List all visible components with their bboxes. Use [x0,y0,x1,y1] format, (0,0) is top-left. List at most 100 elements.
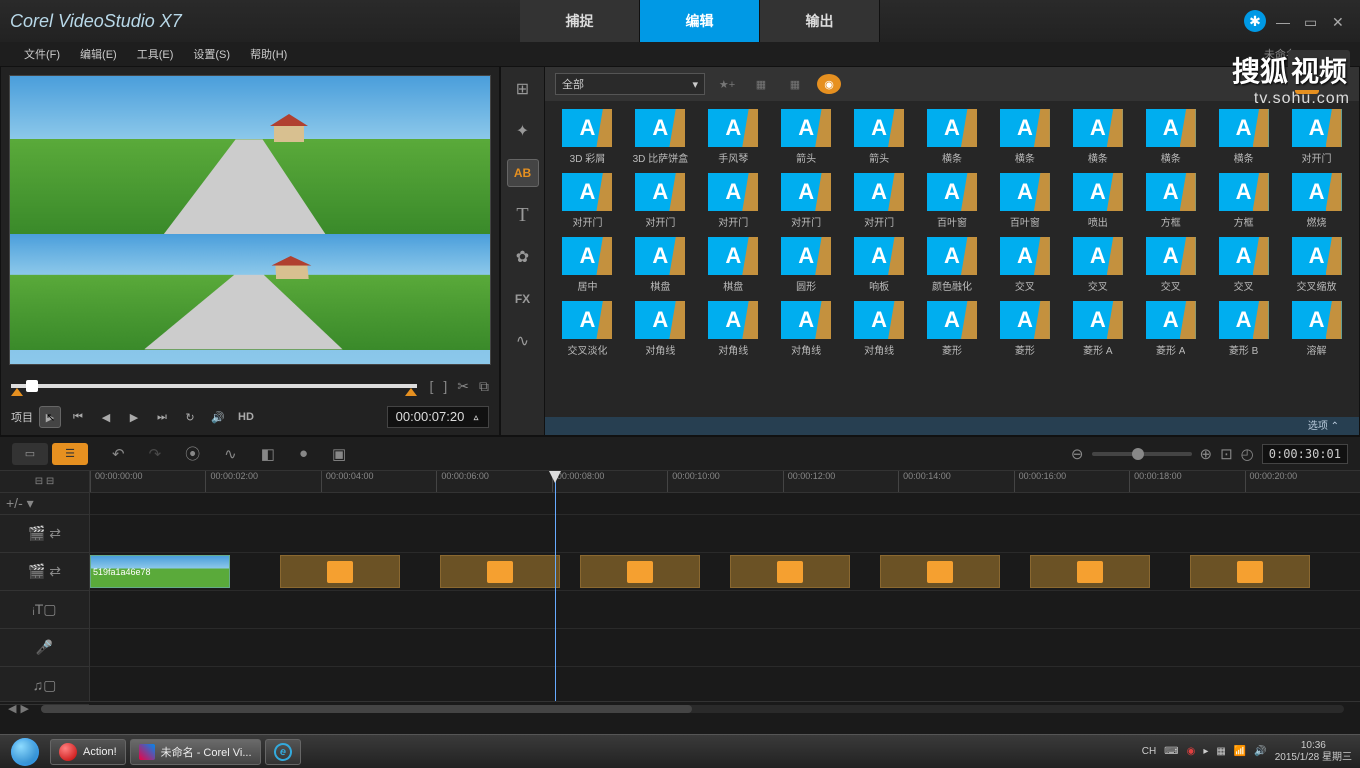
tray-clock[interactable]: 10:36 2015/1/28 星期三 [1275,740,1356,764]
title-track-header[interactable]: ᵢT▢ [0,591,89,629]
mark-out-button[interactable]: ] [443,378,447,395]
library-item[interactable]: A箭头 [772,109,841,165]
timeline-scrollbar[interactable]: ◀▶ [0,701,1360,715]
playhead[interactable] [555,471,556,701]
video-track-header[interactable]: 🎬 ⇄ [0,515,89,553]
library-item[interactable]: A箭头 [845,109,914,165]
library-item[interactable]: A对角线 [772,301,841,357]
redo-icon[interactable]: ↷ [149,445,162,463]
transition-clip[interactable] [880,555,1000,588]
library-item[interactable]: A3D 比萨饼盒 [626,109,695,165]
library-options-toggle[interactable]: 选项 ⌃ [545,417,1359,435]
library-item[interactable]: A对开门 [1282,109,1351,165]
library-item[interactable]: A横条 [990,109,1059,165]
view-options-icon[interactable]: ⊓ [1325,74,1349,94]
help-icon[interactable]: ✱ [1244,10,1266,32]
menu-tools[interactable]: 工具(E) [129,44,182,64]
trim-scrubber[interactable] [26,380,38,392]
library-filter-dropdown[interactable]: 全部▾ [555,73,705,95]
minimize-button[interactable]: — [1276,14,1294,28]
library-item[interactable]: A百叶窗 [918,173,987,229]
time-ruler[interactable]: 00:00:00:0000:00:02:0000:00:04:0000:00:0… [90,471,1360,493]
lib-title-icon[interactable]: AB [507,159,539,187]
library-item[interactable]: A交叉 [1209,237,1278,293]
import-media-icon[interactable]: ▦ [749,74,773,94]
library-item[interactable]: A横条 [918,109,987,165]
music-track-header[interactable]: ♫▢ [0,667,89,705]
library-item[interactable]: A颜色融化 [918,237,987,293]
library-item[interactable]: A对角线 [626,301,695,357]
library-item[interactable]: A百叶窗 [990,173,1059,229]
track-controls[interactable]: +/- ▾ [0,493,89,515]
lib-path-icon[interactable]: ∿ [507,327,539,355]
library-item[interactable]: A方框 [1209,173,1278,229]
library-item[interactable]: A对角线 [699,301,768,357]
library-item[interactable]: A菱形 B [1209,301,1278,357]
library-item[interactable]: A菱形 A [1136,301,1205,357]
go-end-icon[interactable]: ⏭ [151,406,173,428]
maximize-button[interactable]: ▭ [1304,14,1322,28]
library-item[interactable]: A方框 [1136,173,1205,229]
volume-icon[interactable]: 🔊 [207,406,229,428]
next-frame-icon[interactable]: ▶ [123,406,145,428]
cut-icon[interactable]: ✂ [457,378,469,395]
prev-frame-icon[interactable]: ◀ [95,406,117,428]
menu-settings[interactable]: 设置(S) [185,44,238,64]
menu-edit[interactable]: 编辑(E) [72,44,125,64]
library-item[interactable]: A菱形 [918,301,987,357]
library-item[interactable]: A对开门 [553,173,622,229]
lib-fx-icon[interactable]: FX [507,285,539,313]
project-duration-icon[interactable]: ◴ [1241,445,1254,463]
transition-clip[interactable] [280,555,400,588]
mark-out-icon[interactable] [405,388,417,396]
video-track[interactable] [90,515,1360,553]
tray-lang[interactable]: CH [1142,746,1156,757]
library-item[interactable]: A对开门 [626,173,695,229]
overlay-track[interactable]: 519fa1a46e78 [90,553,1360,591]
expand-icon[interactable]: ⧉ [479,378,489,395]
tray-volume-icon[interactable]: 🔊 [1254,746,1266,757]
library-item[interactable]: A菱形 [990,301,1059,357]
mark-in-button[interactable]: [ [429,378,433,395]
start-button[interactable] [4,737,46,767]
preview-viewport[interactable] [9,75,491,365]
library-item[interactable]: A喷出 [1063,173,1132,229]
audio-mixer-icon[interactable]: ∿ [224,445,237,463]
library-item[interactable]: A手风琴 [699,109,768,165]
track-motion-icon[interactable]: ● [299,445,308,462]
lib-media-icon[interactable]: ⊞ [507,75,539,103]
taskbar-action[interactable]: Action! [50,739,126,765]
zoom-in-icon[interactable]: ⊕ [1200,445,1213,463]
play-button[interactable]: ▶↖ [39,406,61,428]
tab-capture[interactable]: 捕捉 [520,0,640,42]
auto-music-icon[interactable]: ◧ [261,445,275,463]
storyboard-view-button[interactable]: ▭ [12,443,48,465]
library-item[interactable]: A交叉 [1136,237,1205,293]
tray-flag-icon[interactable]: ▸ [1203,746,1208,757]
tray-status-icon[interactable]: ◉ [1187,746,1196,757]
timeline-view-button[interactable]: ☰ [52,443,88,465]
library-item[interactable]: A溶解 [1282,301,1351,357]
voice-track-header[interactable]: 🎤 [0,629,89,667]
mark-in-icon[interactable] [11,388,23,396]
library-item[interactable]: A燃烧 [1282,173,1351,229]
tray-network-icon[interactable]: 📶 [1234,746,1246,757]
subtitle-icon[interactable]: ▣ [332,445,346,463]
library-item[interactable]: A横条 [1063,109,1132,165]
tab-output[interactable]: 输出 [760,0,880,42]
hd-label[interactable]: HD [235,406,257,428]
record-icon[interactable]: ⦿ [185,443,200,464]
library-item[interactable]: A3D 彩屑 [553,109,622,165]
overlay-track-header[interactable]: 🎬 ⇄ [0,553,89,591]
undo-icon[interactable]: ↶ [112,445,125,463]
transition-clip[interactable] [1190,555,1310,588]
music-track[interactable] [90,667,1360,701]
transition-clip[interactable] [1030,555,1150,588]
transition-clip[interactable] [580,555,700,588]
preview-timecode[interactable]: 00:00:07:20 ▵ [387,406,489,428]
library-item[interactable]: A交叉 [990,237,1059,293]
tray-keyboard-icon[interactable]: ⌨ [1164,746,1178,757]
trim-bar[interactable]: [ ] ✂ ⧉ [11,373,489,399]
library-item[interactable]: A对开门 [845,173,914,229]
library-item[interactable]: A菱形 A [1063,301,1132,357]
